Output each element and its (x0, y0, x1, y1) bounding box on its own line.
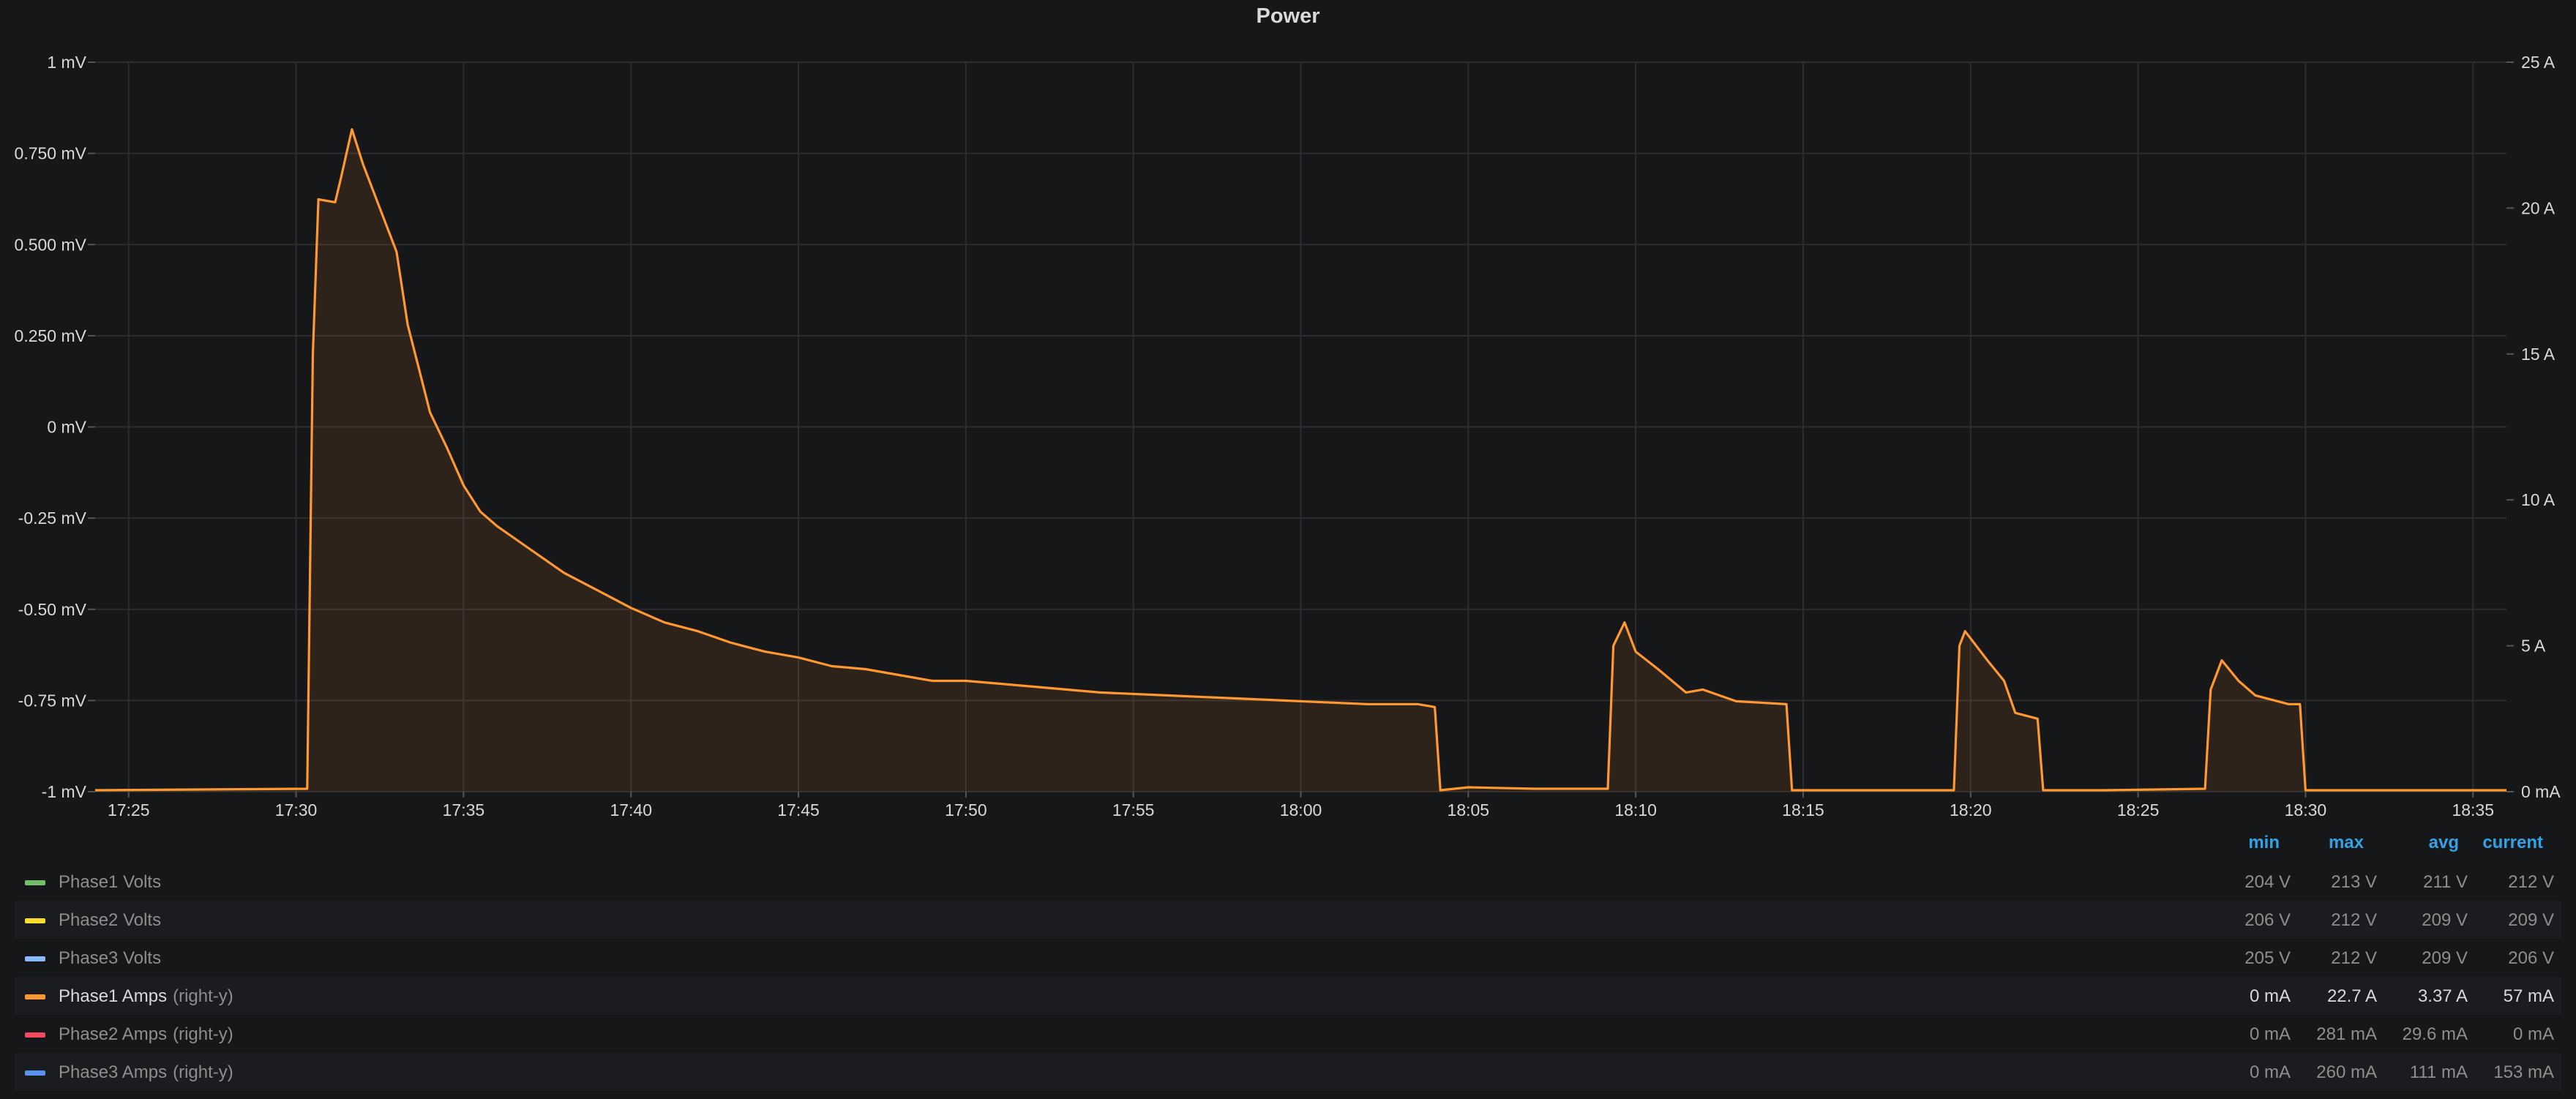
series-name-text: Phase1 Volts (59, 872, 162, 892)
y-right-tick-label: 0 mA (2521, 782, 2561, 801)
x-tick-label: 18:05 (1448, 800, 1490, 819)
legend-stat-current: 212 V (2508, 872, 2554, 892)
x-tick-label: 17:30 (275, 800, 318, 819)
legend-header-min[interactable]: min (2225, 833, 2280, 862)
legend-stat-current: 209 V (2508, 910, 2554, 930)
legend-header-avg[interactable]: avg (2400, 833, 2459, 862)
legend-stat-max: 281 mA (2316, 1024, 2377, 1044)
y-axis-left: -1 mV -0.75 mV -0.50 mV -0.25 mV 0 mV 0.250 m… (15, 53, 95, 801)
legend-stat-avg: 209 V (2422, 948, 2468, 968)
x-tick-label: 18:10 (1614, 800, 1657, 819)
y-left-tick-label: 0.250 mV (15, 326, 87, 345)
series-axis-tag: (right-y) (173, 1024, 233, 1044)
y-left-tick-label: -0.75 mV (18, 691, 87, 710)
series-color-swatch[interactable] (25, 1032, 45, 1038)
y-axis-right: 0 mA 5 A 10 A 15 A 20 A 25 A (2506, 53, 2561, 801)
legend-row[interactable]: Phase2 Amps (right-y) 0 mA 281 mA 29.6 mA 0 m… (15, 1015, 2561, 1053)
legend-stat-max: 22.7 A (2326, 986, 2377, 1006)
series-name-text: Phase1 Amps (59, 986, 168, 1006)
series-name[interactable]: Phase1 Volts (59, 872, 161, 893)
y-left-tick-label: -0.50 mV (18, 600, 87, 619)
x-tick-label: 18:20 (1950, 800, 1992, 819)
legend-stat-current: 153 mA (2493, 1062, 2554, 1082)
y-left-tick-label: 1 mV (47, 53, 86, 72)
y-left-tick-label: 0.500 mV (15, 235, 87, 254)
legend-stat-min: 206 V (2244, 910, 2291, 930)
legend-stat-min: 204 V (2244, 872, 2291, 892)
legend-stat-min: 205 V (2244, 948, 2291, 968)
legend-stat-current: 206 V (2508, 948, 2554, 968)
x-tick-label: 17:25 (108, 800, 150, 819)
legend-stat-avg: 211 V (2423, 872, 2468, 892)
x-tick-label: 18:30 (2285, 800, 2327, 819)
series-color-swatch[interactable] (25, 1070, 45, 1076)
legend-row[interactable]: Phase1 Amps (right-y) 0 mA 22.7 A 3.37 A 57 m… (15, 977, 2561, 1015)
y-left-tick-label: -1 mV (42, 782, 87, 801)
x-tick-label: 17:55 (1112, 800, 1155, 819)
legend-stat-max: 260 mA (2316, 1062, 2377, 1082)
x-tick-label: 18:35 (2452, 800, 2494, 819)
x-axis: 17:25 17:30 17:35 17:40 17:45 17:50 17:55 18:00… (108, 792, 2494, 819)
legend-stat-current: 0 mA (2512, 1024, 2554, 1044)
series-color-swatch[interactable] (25, 956, 45, 961)
series-color-swatch[interactable] (25, 918, 45, 923)
y-left-tick-label: 0 mV (47, 418, 86, 437)
series-name[interactable]: Phase3 Amps (right-y) (59, 1062, 233, 1083)
legend-stat-avg: 29.6 mA (2402, 1024, 2468, 1044)
legend-stat-min: 0 mA (2249, 1024, 2291, 1044)
series-name-text: Phase3 Volts (59, 948, 162, 968)
legend-stat-avg: 111 mA (2409, 1062, 2468, 1082)
y-right-tick-label: 10 A (2521, 490, 2556, 509)
y-left-tick-label: 0.750 mV (15, 144, 87, 163)
series-color-swatch[interactable] (25, 880, 45, 885)
legend-stat-max: 212 V (2331, 948, 2377, 968)
legend-stat-max: 212 V (2331, 910, 2377, 930)
legend-stat-min: 0 mA (2249, 1062, 2291, 1082)
series-name[interactable]: Phase2 Volts (59, 910, 161, 931)
series-name[interactable]: Phase3 Volts (59, 948, 161, 969)
power-chart: -1 mV -0.75 mV -0.50 mV -0.25 mV 0 mV 0.250 m… (15, 53, 2561, 819)
x-tick-label: 17:35 (443, 800, 485, 819)
legend: min max avg current Phase1 Volts 204 V 213… (0, 833, 2576, 1099)
legend-row[interactable]: Phase1 Volts 204 V 213 V 211 V 212 V (15, 863, 2561, 901)
x-tick-label: 18:15 (1782, 800, 1824, 819)
x-tick-label: 18:00 (1280, 800, 1322, 819)
series-color-swatch[interactable] (25, 994, 45, 999)
y-left-tick-label: -0.25 mV (18, 509, 87, 528)
x-tick-label: 17:50 (945, 800, 987, 819)
y-right-tick-label: 5 A (2521, 637, 2546, 656)
y-right-tick-label: 25 A (2521, 53, 2556, 72)
x-tick-label: 18:25 (2117, 800, 2160, 819)
legend-row[interactable]: Phase3 Amps (right-y) 0 mA 260 mA 111 mA 153 … (15, 1053, 2561, 1091)
series-name-text: Phase2 Amps (59, 1024, 168, 1044)
legend-stat-avg: 209 V (2422, 910, 2468, 930)
legend-header-max[interactable]: max (2305, 833, 2364, 862)
series-name-text: Phase2 Volts (59, 910, 162, 930)
x-tick-label: 17:40 (610, 800, 652, 819)
legend-stat-current: 57 mA (2503, 986, 2554, 1006)
x-tick-label: 17:45 (777, 800, 820, 819)
series-name[interactable]: Phase2 Amps (right-y) (59, 1024, 233, 1045)
legend-stat-max: 213 V (2331, 872, 2377, 892)
y-right-tick-label: 20 A (2521, 198, 2556, 217)
series-axis-tag: (right-y) (173, 986, 233, 1006)
series-axis-tag: (right-y) (173, 1062, 233, 1082)
series-name[interactable]: Phase1 Amps (right-y) (59, 986, 233, 1007)
legend-row[interactable]: Phase2 Volts 206 V 212 V 209 V 209 V (15, 901, 2561, 939)
legend-stat-avg: 3.37 A (2417, 986, 2468, 1006)
legend-stat-min: 0 mA (2249, 986, 2291, 1006)
series-name-text: Phase3 Amps (59, 1062, 168, 1082)
legend-header-current[interactable]: current (2474, 833, 2543, 862)
y-right-tick-label: 15 A (2521, 345, 2556, 364)
legend-row[interactable]: Phase3 Volts 205 V 212 V 209 V 206 V (15, 939, 2561, 977)
